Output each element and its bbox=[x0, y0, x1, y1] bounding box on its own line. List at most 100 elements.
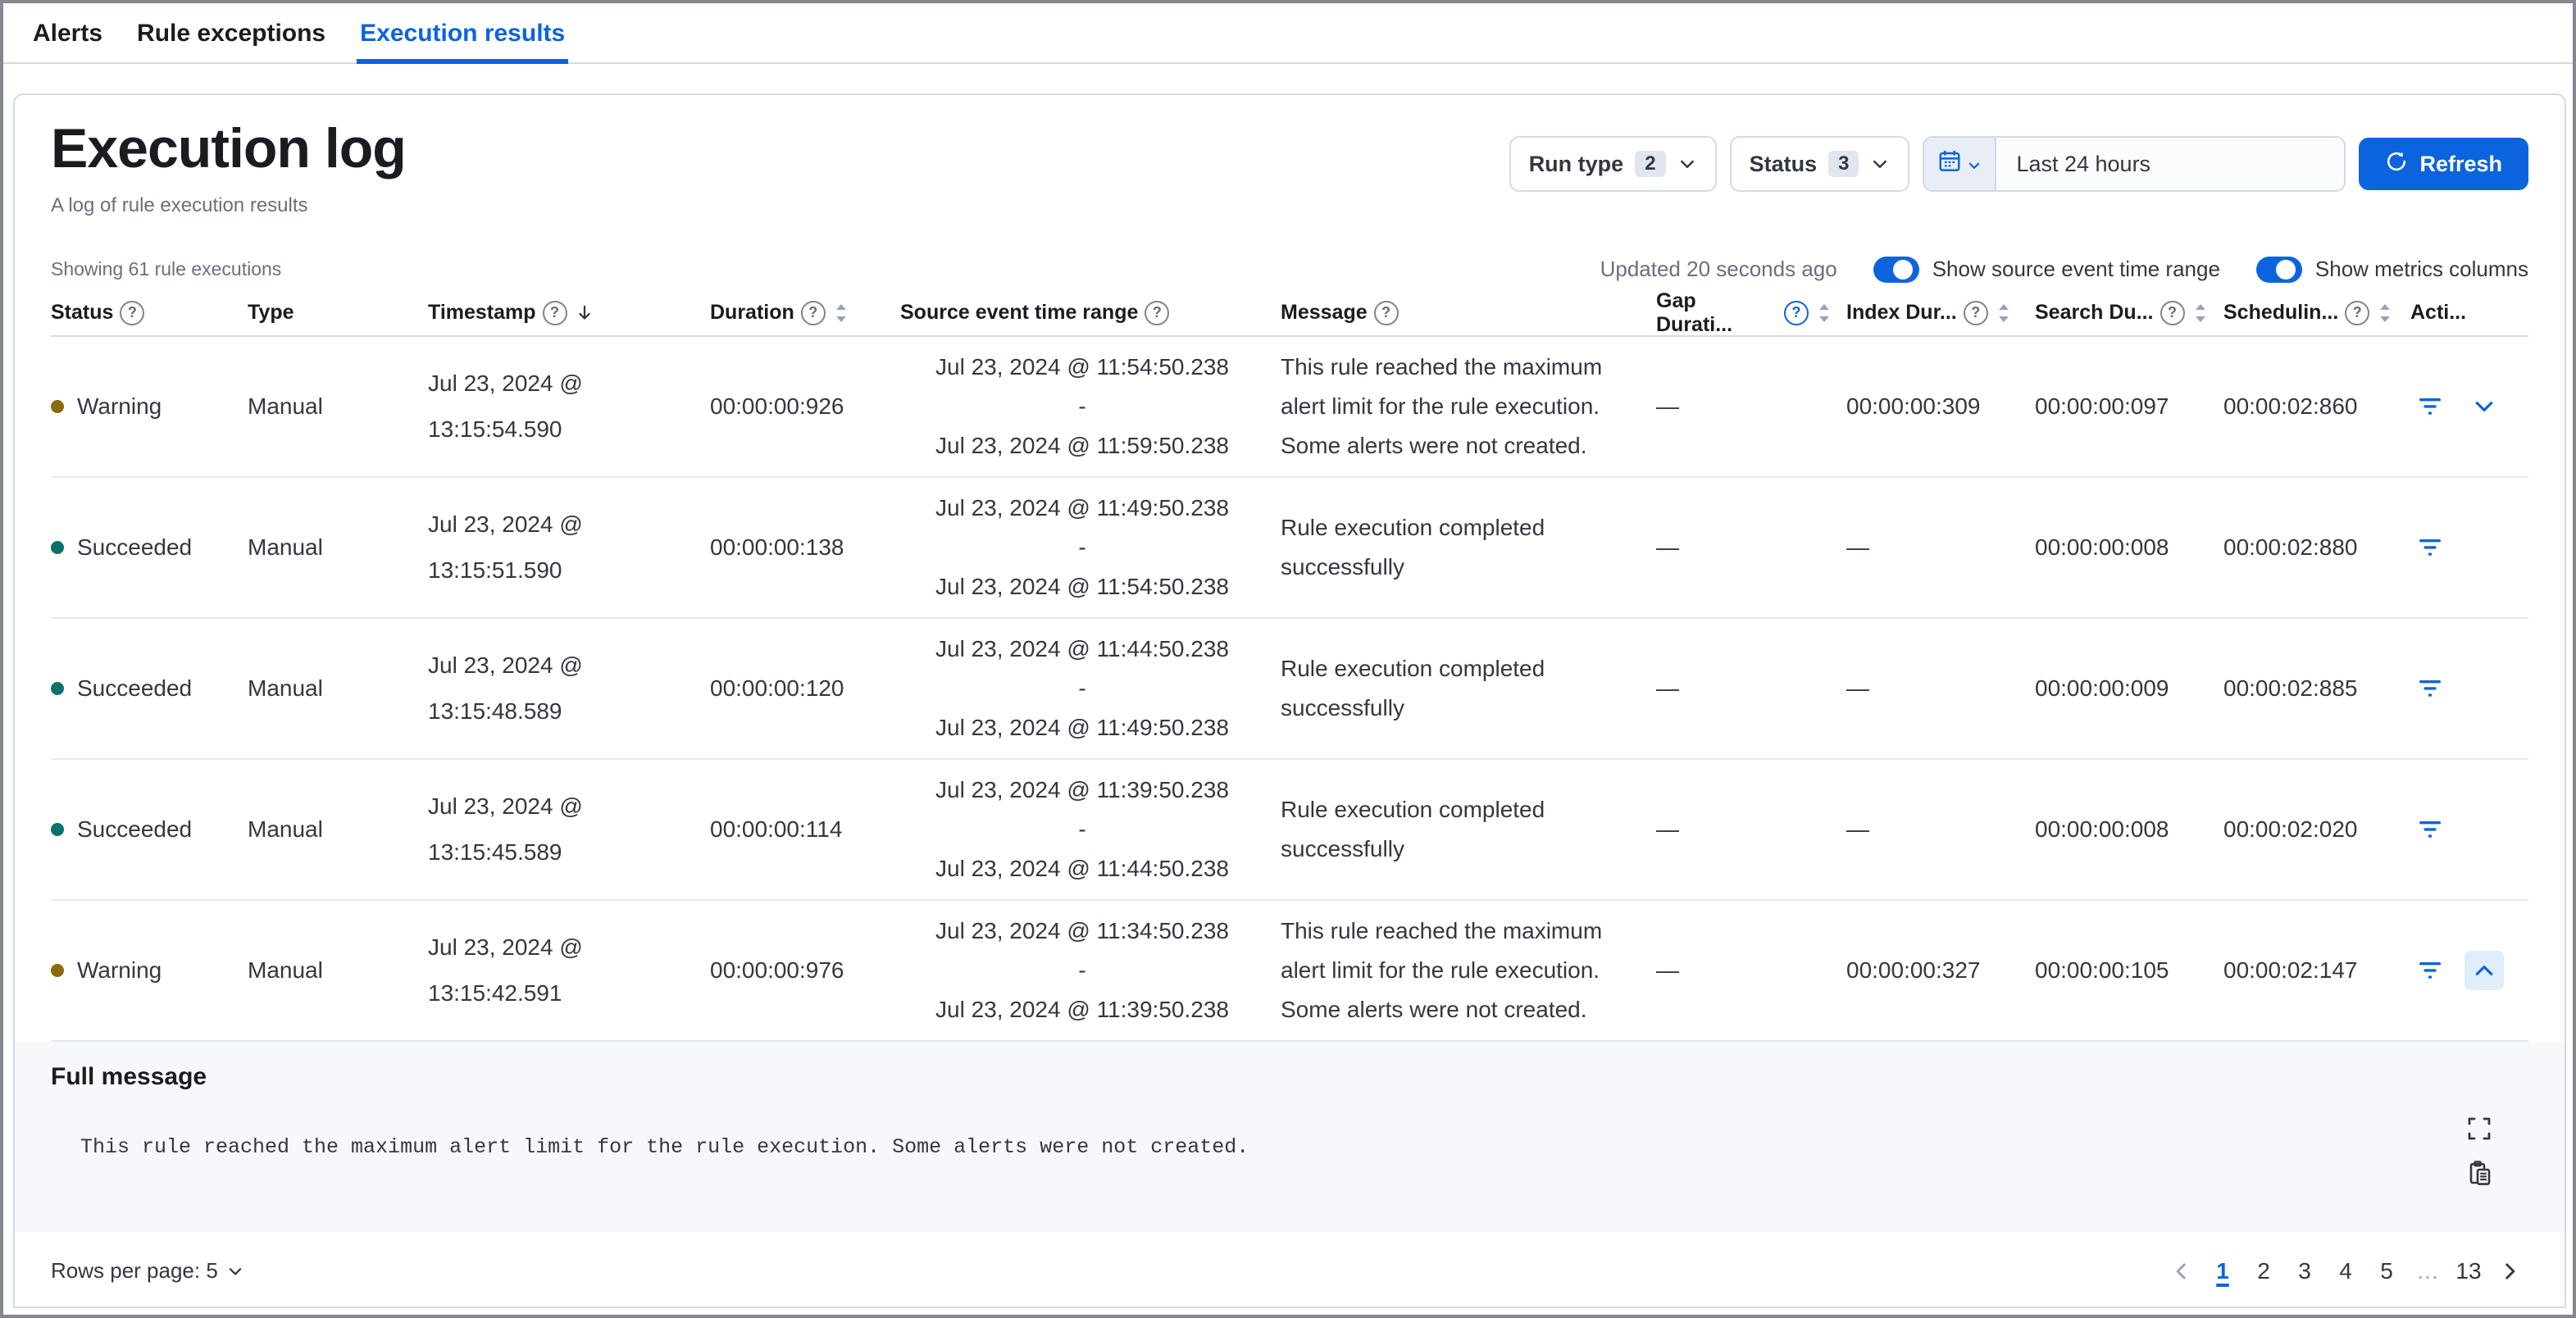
duration-cell: 00:00:00:926 bbox=[710, 393, 844, 419]
table-row: Warning Manual Jul 23, 2024 @ 13:15:54.5… bbox=[51, 337, 2528, 478]
rows-per-page-button[interactable]: Rows per page: 5 bbox=[51, 1258, 244, 1284]
sort-desc-icon bbox=[574, 302, 595, 324]
search-duration-cell: 00:00:00:105 bbox=[2035, 957, 2169, 983]
date-range-value[interactable]: Last 24 hours bbox=[1996, 138, 2170, 190]
column-header[interactable]: Index Dur... ? bbox=[1846, 300, 2035, 325]
toggle[interactable]: Show metrics columns bbox=[2255, 256, 2528, 283]
column-label: Schedulin... bbox=[2223, 301, 2339, 325]
sortable-icon bbox=[1815, 302, 1833, 324]
column-label: Message bbox=[1281, 301, 1368, 325]
toggle-switch-icon[interactable] bbox=[1873, 256, 1919, 283]
source-start: Jul 23, 2024 @ 11:34:50.238 bbox=[935, 917, 1229, 943]
copy-icon[interactable] bbox=[2463, 1157, 2496, 1189]
source-start: Jul 23, 2024 @ 11:54:50.238 bbox=[935, 353, 1229, 379]
help-icon[interactable]: ? bbox=[800, 300, 826, 325]
filter-icon[interactable] bbox=[2410, 669, 2450, 708]
pagination-prev-icon[interactable] bbox=[2163, 1261, 2201, 1282]
timestamp-line2: 13:15:45.589 bbox=[428, 839, 562, 865]
meta-right: Updated 20 seconds ago Show source event… bbox=[1600, 256, 2528, 283]
help-icon[interactable]: ? bbox=[1963, 300, 1988, 325]
sortable-icon bbox=[2191, 302, 2210, 324]
table-row: Succeeded Manual Jul 23, 2024 @ 13:15:45… bbox=[51, 760, 2528, 901]
pagination-page[interactable]: 2 bbox=[2245, 1253, 2282, 1289]
expand-row-button[interactable] bbox=[2464, 950, 2504, 990]
column-label: Source event time range bbox=[900, 301, 1139, 325]
column-header[interactable]: Timestamp ? bbox=[428, 300, 710, 325]
timestamp-line1: Jul 23, 2024 @ bbox=[428, 652, 583, 678]
run-type-filter-button[interactable]: Run type 2 bbox=[1509, 136, 1717, 192]
refresh-button[interactable]: Refresh bbox=[2359, 138, 2528, 190]
help-icon[interactable]: ? bbox=[542, 300, 567, 325]
help-icon[interactable]: ? bbox=[1373, 300, 1399, 325]
column-header[interactable]: Gap Durati... ? bbox=[1656, 289, 1846, 337]
column-header[interactable]: Schedulin... ? bbox=[2223, 300, 2410, 325]
source-start: Jul 23, 2024 @ 11:49:50.238 bbox=[935, 494, 1229, 520]
pagination-page[interactable]: 1 bbox=[2204, 1253, 2241, 1289]
type-cell: Manual bbox=[248, 816, 323, 842]
pagination-next-icon[interactable] bbox=[2491, 1261, 2528, 1282]
status-filter-button[interactable]: Status 3 bbox=[1729, 136, 1910, 192]
page-title: Execution log bbox=[51, 117, 407, 180]
source-range-cell: Jul 23, 2024 @ 11:54:50.238 - Jul 23, 20… bbox=[900, 348, 1281, 466]
source-separator: - bbox=[1078, 393, 1086, 419]
filter-icon[interactable] bbox=[2410, 810, 2450, 849]
tab[interactable]: Rule exceptions bbox=[134, 3, 329, 64]
gap-duration-cell: — bbox=[1656, 675, 1679, 701]
pagination-page[interactable]: 13 bbox=[2450, 1253, 2487, 1289]
type-cell: Manual bbox=[248, 393, 323, 419]
message-cell: Rule execution completed successfully bbox=[1281, 514, 1545, 579]
duration-cell: 00:00:00:114 bbox=[710, 816, 843, 842]
help-icon[interactable]: ? bbox=[120, 300, 145, 325]
help-icon[interactable]: ? bbox=[1145, 300, 1170, 325]
date-picker-quick-menu-button[interactable] bbox=[1924, 138, 1997, 190]
pagination-page[interactable]: 5 bbox=[2368, 1253, 2405, 1289]
column-label: Type bbox=[248, 301, 294, 325]
run-type-label: Run type bbox=[1528, 151, 1624, 176]
tab[interactable]: Alerts bbox=[30, 3, 106, 64]
message-cell: This rule reached the maximum alert limi… bbox=[1281, 353, 1603, 458]
column-header[interactable]: Search Du... ? bbox=[2035, 300, 2223, 325]
scheduling-delay-cell: 00:00:02:885 bbox=[2223, 675, 2358, 701]
timestamp-line1: Jul 23, 2024 @ bbox=[428, 370, 583, 396]
expand-row-button[interactable] bbox=[2464, 387, 2504, 426]
pagination-page[interactable]: 4 bbox=[2327, 1253, 2364, 1289]
pagination: 1 2 3 4 5 … 13 bbox=[2163, 1253, 2528, 1289]
source-separator: - bbox=[1078, 957, 1086, 983]
timestamp-cell: Jul 23, 2024 @ 13:15:51.590 bbox=[428, 502, 710, 593]
help-icon[interactable]: ? bbox=[2345, 300, 2370, 325]
status-cell: Warning bbox=[51, 957, 248, 984]
timestamp-line1: Jul 23, 2024 @ bbox=[428, 934, 583, 960]
fullscreen-icon[interactable] bbox=[2463, 1112, 2496, 1145]
expanded-row-panel: Full message This rule reached the maxim… bbox=[15, 1041, 2565, 1232]
toggle[interactable]: Show source event time range bbox=[1873, 256, 2220, 283]
filter-icon[interactable] bbox=[2410, 387, 2450, 426]
column-header: Type bbox=[248, 301, 428, 325]
table-row: Succeeded Manual Jul 23, 2024 @ 13:15:51… bbox=[51, 478, 2528, 619]
duration-cell: 00:00:00:976 bbox=[710, 957, 844, 983]
column-header[interactable]: Duration ? bbox=[710, 300, 900, 325]
execution-results-window: Alerts Rule exceptions Execution results… bbox=[0, 0, 2576, 1318]
tab[interactable]: Execution results bbox=[357, 3, 569, 64]
status-dot-icon bbox=[51, 963, 64, 977]
search-duration-cell: 00:00:00:008 bbox=[2035, 534, 2169, 560]
source-separator: - bbox=[1078, 534, 1086, 560]
pagination-page[interactable]: 3 bbox=[2286, 1253, 2323, 1289]
source-end: Jul 23, 2024 @ 11:59:50.238 bbox=[935, 432, 1229, 458]
status-cell: Warning bbox=[51, 393, 248, 420]
sortable-icon bbox=[832, 302, 850, 324]
page-subtitle: A log of rule execution results bbox=[51, 193, 308, 216]
table-row: Warning Manual Jul 23, 2024 @ 13:15:42.5… bbox=[51, 901, 2528, 1042]
toggle-switch-icon[interactable] bbox=[2255, 256, 2302, 283]
toggle-label: Show source event time range bbox=[1932, 257, 2220, 282]
help-icon[interactable]: ? bbox=[2160, 300, 2185, 325]
rows-per-page-label: Rows per page: 5 bbox=[51, 1258, 218, 1284]
source-end: Jul 23, 2024 @ 11:39:50.238 bbox=[935, 996, 1229, 1022]
status-label: Succeeded bbox=[77, 816, 193, 842]
filter-icon[interactable] bbox=[2410, 528, 2450, 567]
help-icon[interactable]: ? bbox=[1784, 300, 1809, 325]
filter-icon[interactable] bbox=[2410, 951, 2450, 990]
timestamp-line2: 13:15:42.591 bbox=[428, 979, 562, 1006]
table-row: Succeeded Manual Jul 23, 2024 @ 13:15:48… bbox=[51, 619, 2528, 760]
full-message-code: This rule reached the maximum alert limi… bbox=[80, 1134, 1249, 1159]
filter-bar: Run type 2 Status 3 Last 24 hours Refres… bbox=[1509, 136, 2528, 192]
